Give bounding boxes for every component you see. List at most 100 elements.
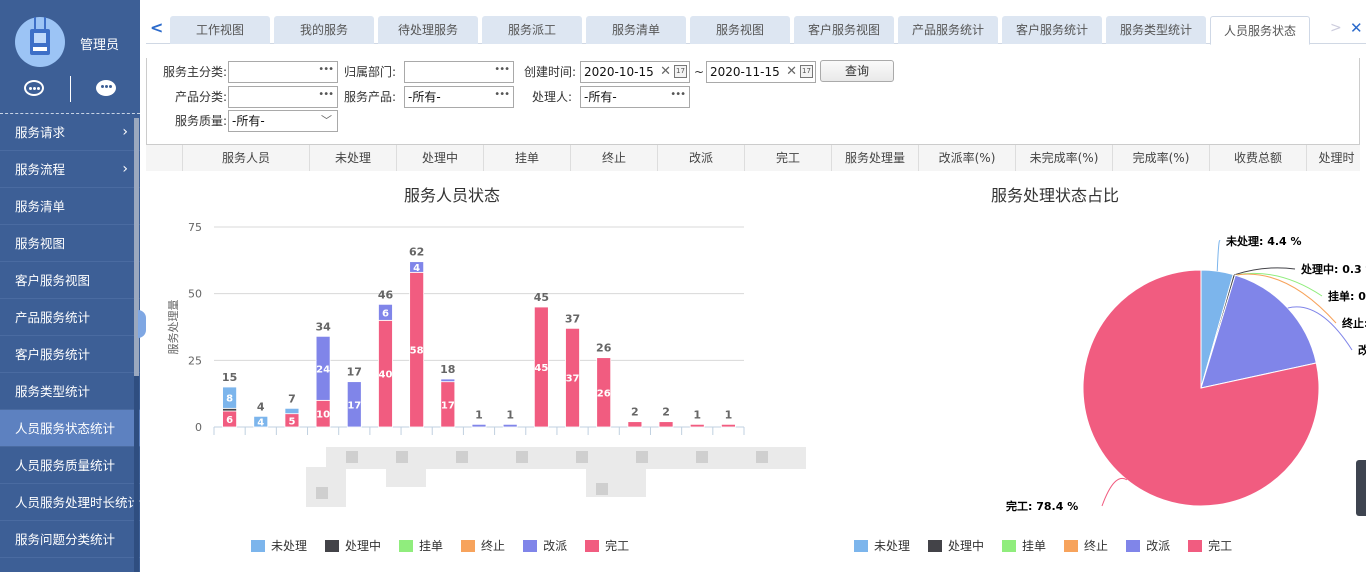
sidebar-item[interactable]: 人员服务质量统计	[0, 447, 140, 484]
legend-item[interactable]: 处理中	[325, 537, 381, 554]
bar-segment[interactable]	[284, 407, 300, 415]
sidebar-item[interactable]: 服务类型统计	[0, 373, 140, 410]
bar-total-label: 1	[506, 408, 514, 421]
x-axis-labels-obscured	[306, 447, 806, 507]
quality-select[interactable]: -所有- ﹀	[228, 110, 338, 132]
tab[interactable]: 服务派工	[482, 16, 582, 44]
picker-dots-icon[interactable]: •••	[494, 85, 510, 105]
bar-segment[interactable]	[689, 423, 705, 428]
column-header[interactable]: 完工	[745, 145, 832, 171]
legend-item[interactable]: 改派	[1126, 537, 1170, 554]
tab[interactable]: 客户服务视图	[794, 16, 894, 44]
y-tick-label: 75	[188, 221, 202, 234]
date-from-field[interactable]: 2020-10-15 ✕ 17	[580, 61, 690, 83]
column-header[interactable]: 终止	[571, 145, 658, 171]
picker-dots-icon[interactable]: •••	[318, 85, 334, 105]
tab[interactable]: 服务视图	[690, 16, 790, 44]
service-product-field[interactable]: -所有- •••	[404, 86, 514, 108]
bar-segment-label: 24	[316, 364, 330, 375]
sidebar-item-label: 客户服务视图	[15, 273, 91, 288]
column-header[interactable]: 挂单	[484, 145, 571, 171]
legend-swatch	[461, 539, 476, 552]
close-tab-button[interactable]: ✕	[1350, 19, 1363, 37]
legend-item[interactable]: 处理中	[928, 537, 984, 554]
tab[interactable]: 工作视图	[170, 16, 270, 44]
legend-item[interactable]: 挂单	[399, 537, 443, 554]
sidebar-item[interactable]: 服务流程 ›	[0, 151, 140, 188]
legend-swatch	[1126, 539, 1141, 552]
legend-item[interactable]: 完工	[585, 537, 629, 554]
sidebar-item[interactable]: 客户服务视图	[0, 262, 140, 299]
column-header[interactable]: 改派率(%)	[919, 145, 1016, 171]
column-header[interactable]: 完成率(%)	[1113, 145, 1210, 171]
id-badge-icon	[30, 29, 50, 55]
sidebar-item[interactable]: 服务清单	[0, 188, 140, 225]
bar-total-label: 26	[596, 342, 612, 355]
tab-scroll-left-button[interactable]: <	[150, 18, 163, 37]
avatar[interactable]	[15, 17, 65, 67]
bar-segment[interactable]	[721, 423, 736, 428]
legend-item[interactable]: 终止	[1064, 537, 1108, 554]
message-icon[interactable]	[94, 78, 118, 100]
sidebar-item[interactable]: 人员服务状态统计	[0, 410, 140, 447]
sidebar-item[interactable]: 客户服务统计	[0, 336, 140, 373]
picker-dots-icon[interactable]: •••	[494, 60, 510, 80]
column-header[interactable]: 未完成率(%)	[1016, 145, 1113, 171]
column-header[interactable]: 服务处理量	[832, 145, 919, 171]
tab[interactable]: 产品服务统计	[898, 16, 998, 44]
query-button[interactable]: 查询	[820, 60, 894, 82]
product-category-field[interactable]: •••	[228, 86, 338, 108]
sidebar-collapse-toggle[interactable]	[138, 310, 146, 338]
legend-item[interactable]: 未处理	[251, 537, 307, 554]
calendar-icon[interactable]: 17	[800, 65, 813, 78]
bar-segment[interactable]	[440, 378, 456, 383]
date-to-field[interactable]: 2020-11-15 ✕ 17	[706, 61, 816, 83]
column-header[interactable]: 收费总额	[1210, 145, 1307, 171]
column-header[interactable]	[146, 145, 183, 171]
y-tick-label: 0	[195, 421, 202, 434]
sidebar-item[interactable]: 人员服务处理时长统计	[0, 484, 140, 521]
bar-segment[interactable]	[658, 421, 674, 428]
picker-dots-icon[interactable]: •••	[318, 60, 334, 80]
clear-date-icon[interactable]: ✕	[660, 62, 671, 82]
column-header[interactable]: 改派	[658, 145, 745, 171]
main-category-field[interactable]: •••	[228, 61, 338, 83]
clear-date-icon[interactable]: ✕	[786, 62, 797, 82]
tab[interactable]: 待处理服务	[378, 16, 478, 44]
department-field[interactable]: •••	[404, 61, 514, 83]
bar-segment[interactable]	[627, 421, 643, 428]
column-header[interactable]: 未处理	[310, 145, 397, 171]
column-header[interactable]: 服务人员	[183, 145, 310, 171]
tab-scroll-right-button[interactable]: >	[1330, 20, 1342, 36]
side-scroll-widget[interactable]	[1356, 460, 1366, 516]
chat-group-icon[interactable]	[22, 78, 46, 100]
column-header[interactable]: 处理中	[397, 145, 484, 171]
sidebar-item[interactable]: 服务问题分类统计	[0, 521, 140, 558]
bar-segment[interactable]	[502, 423, 518, 428]
legend-item[interactable]: 未处理	[854, 537, 910, 554]
bar-segment[interactable]	[471, 423, 487, 428]
tab[interactable]: 服务清单	[586, 16, 686, 44]
sidebar-menu: 服务请求 › 服务流程 › 服务清单 服务视图客户服务视图产品服务统计 客户服务统计 服务类型…	[0, 114, 140, 558]
tab[interactable]: 我的服务	[274, 16, 374, 44]
legend-item[interactable]: 挂单	[1002, 537, 1046, 554]
bar-total-label: 1	[725, 408, 733, 421]
legend-item[interactable]: 终止	[461, 537, 505, 554]
legend-item[interactable]: 改派	[523, 537, 567, 554]
legend-item[interactable]: 完工	[1188, 537, 1232, 554]
sidebar-item[interactable]: 产品服务统计	[0, 299, 140, 336]
chevron-down-icon[interactable]: ﹀	[321, 111, 332, 131]
tab[interactable]: 人员服务状态	[1210, 16, 1310, 45]
bar-total-label: 17	[347, 366, 362, 379]
tab[interactable]: 服务类型统计	[1106, 16, 1206, 44]
bar-segment-label: 10	[316, 410, 330, 421]
handler-field[interactable]: -所有- •••	[580, 86, 690, 108]
calendar-icon[interactable]: 17	[674, 65, 687, 78]
sidebar-item[interactable]: 服务请求 ›	[0, 114, 140, 151]
column-header[interactable]: 处理时	[1307, 145, 1360, 171]
bar-total-label: 4	[257, 400, 265, 413]
sidebar-item[interactable]: 服务视图	[0, 225, 140, 262]
picker-dots-icon[interactable]: •••	[670, 85, 686, 105]
tab[interactable]: 客户服务统计	[1002, 16, 1102, 44]
sidebar-scrollbar[interactable]	[134, 118, 139, 572]
